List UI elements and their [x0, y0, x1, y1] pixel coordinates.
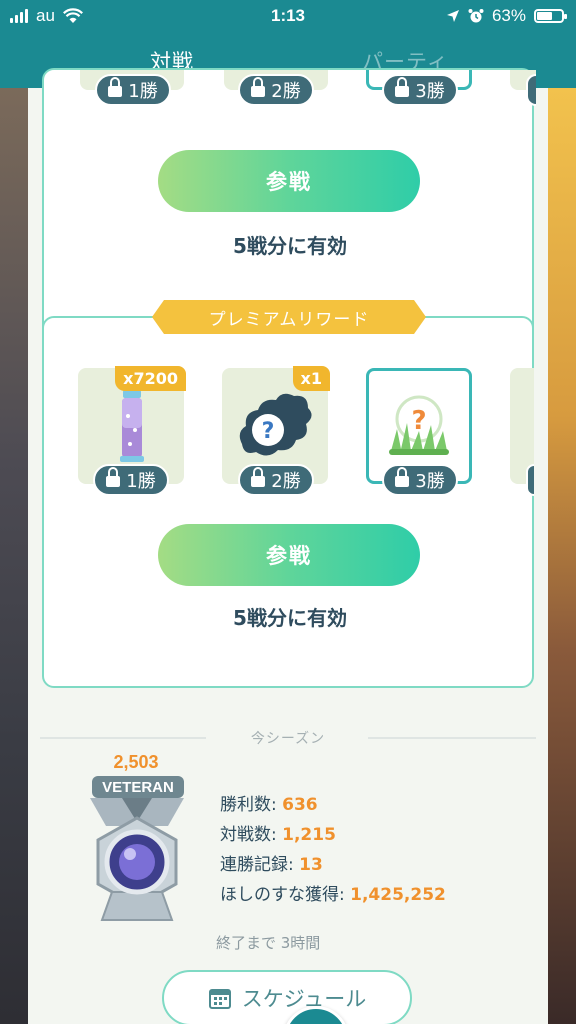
stat-value: 1,215: [282, 825, 336, 845]
valid-battles-text-premium: 5戦分に有効: [233, 606, 347, 630]
lock-icon: [395, 467, 410, 487]
stat-wins: 勝利数: 636: [220, 790, 446, 820]
lock-icon: [251, 467, 266, 487]
stat-win-streak: 連勝記録: 13: [220, 850, 446, 880]
valid-battles-text: 5戦分に有効: [233, 234, 347, 258]
background-left: [0, 88, 28, 1024]
lock-icon: [251, 77, 266, 97]
stat-label: 対戦数:: [220, 825, 283, 845]
lock-label: 2勝: [271, 471, 301, 492]
lock-badge: 3勝: [382, 464, 458, 496]
lock-label: 3勝: [415, 81, 445, 102]
lock-badge-partial: [526, 74, 536, 106]
season-divider: 今シーズン: [40, 726, 536, 748]
season-header: 今シーズン: [250, 731, 326, 747]
lock-badge: 2勝: [238, 464, 314, 496]
season-stats: 勝利数: 636 対戦数: 1,215 連勝記録: 13 ほしのすな獲得: 1,…: [220, 790, 446, 910]
battery-icon: [534, 9, 567, 23]
calendar-icon: [208, 989, 231, 1009]
rank-medal-icon: [90, 798, 184, 921]
stat-label: 勝利数:: [220, 795, 283, 815]
lock-badge: 2勝: [238, 74, 314, 106]
stat-stardust: ほしのすな獲得: 1,425,252: [220, 880, 446, 910]
lock-label: 3勝: [415, 471, 445, 492]
alarm-icon: [468, 9, 484, 23]
stat-value: 13: [299, 855, 323, 875]
lock-icon: [106, 467, 121, 487]
stat-value: 1,425,252: [350, 885, 446, 905]
lock-badge: 3勝: [382, 74, 458, 106]
rank-badge: VETERAN: [92, 776, 184, 798]
stat-label: 連勝記録:: [220, 855, 300, 875]
stat-label: ほしのすな獲得:: [220, 885, 351, 905]
background-right: [548, 88, 576, 1024]
status-bar: au 1:13 63%: [0, 0, 576, 34]
location-arrow-icon: [446, 10, 459, 22]
battery-percent: 63%: [491, 6, 526, 25]
quantity-badge: x7200: [115, 366, 186, 391]
join-button-premium[interactable]: 参戦: [158, 524, 420, 586]
schedule-button[interactable]: スケジュール: [162, 970, 412, 1024]
join-button[interactable]: 参戦: [158, 150, 420, 212]
lock-label: 1勝: [126, 471, 156, 492]
lock-badge: 1勝: [95, 74, 171, 106]
lock-badge-partial: [526, 464, 534, 496]
stat-battles: 対戦数: 1,215: [220, 820, 446, 850]
battle-rating: 2,503: [113, 752, 159, 772]
svg-text:?: ?: [262, 419, 275, 444]
premium-reward-card: x7200 1勝 ? x1 2勝 ? 3勝 参戦 5戦分に有効: [42, 316, 534, 688]
stat-value: 636: [282, 795, 318, 815]
season-ends-text: 終了まで 3時間: [216, 934, 321, 952]
lock-icon: [395, 77, 410, 97]
lock-label: 1勝: [128, 81, 158, 102]
lock-icon: [108, 77, 123, 97]
quantity-badge: x1: [292, 366, 330, 391]
lock-badge: 1勝: [93, 464, 169, 496]
lock-label: 2勝: [271, 81, 301, 102]
premium-reward-banner: プレミアムリワード: [152, 300, 426, 334]
battle-panel: 1勝 2勝 3勝 参戦 5戦分に有効 x7200 1勝 ? x1 2勝 ? 3勝…: [28, 68, 548, 1024]
